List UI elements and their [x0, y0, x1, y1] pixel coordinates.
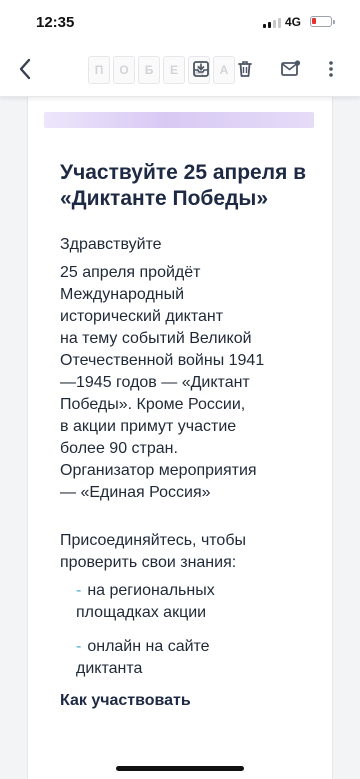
- mark-unread-button[interactable]: [278, 56, 304, 82]
- more-icon: [329, 61, 333, 77]
- ghost-letter: О: [113, 56, 135, 84]
- list-dash: -: [76, 582, 82, 599]
- list-item: - на региональных площадках акции: [60, 580, 322, 624]
- list-item: - онлайн на сайте диктанта: [60, 636, 322, 680]
- more-button[interactable]: [318, 56, 344, 82]
- email-content: Участвуйте 25 апреля в «Диктанте Победы»…: [60, 160, 322, 710]
- trash-icon: [238, 61, 252, 77]
- mail-toolbar: П О Б Е Д А: [0, 44, 360, 97]
- status-bar: 12:35 4G: [0, 0, 360, 44]
- home-indicator[interactable]: [116, 766, 244, 771]
- back-chevron-icon: [19, 58, 31, 80]
- email-greeting: Здравствуйте: [60, 236, 162, 253]
- signal-icon: [263, 18, 281, 28]
- email-title: Участвуйте 25 апреля в «Диктанте Победы»: [60, 161, 307, 210]
- email-paragraph-1: 25 апреля пройдёт Международный историче…: [60, 264, 265, 501]
- how-to-participate-heading: Как участвовать: [60, 692, 191, 709]
- email-frame-left: [0, 96, 28, 779]
- email-header-banner: [44, 112, 314, 128]
- list-item-text: онлайн на сайте диктанта: [76, 638, 210, 677]
- back-button[interactable]: [10, 54, 40, 84]
- network-label: 4G: [285, 15, 302, 29]
- ghost-letter: Е: [163, 56, 185, 84]
- list-dash: -: [76, 638, 82, 655]
- battery-icon: [310, 16, 335, 27]
- email-paragraph-2: Присоединяйтесь, чтобы проверить свои зн…: [60, 532, 246, 571]
- ghost-letter: Б: [138, 56, 160, 84]
- list-item-text: на региональных площадках акции: [76, 582, 215, 621]
- mail-icon: [281, 60, 301, 76]
- archive-button[interactable]: [188, 56, 214, 82]
- archive-icon: [193, 61, 209, 77]
- email-frame-right: [332, 96, 360, 779]
- status-time: 12:35: [36, 14, 75, 31]
- ghost-letter: П: [88, 56, 110, 84]
- delete-button[interactable]: [232, 56, 258, 82]
- participation-list: - на региональных площадках акции - онлайн…: [60, 580, 322, 680]
